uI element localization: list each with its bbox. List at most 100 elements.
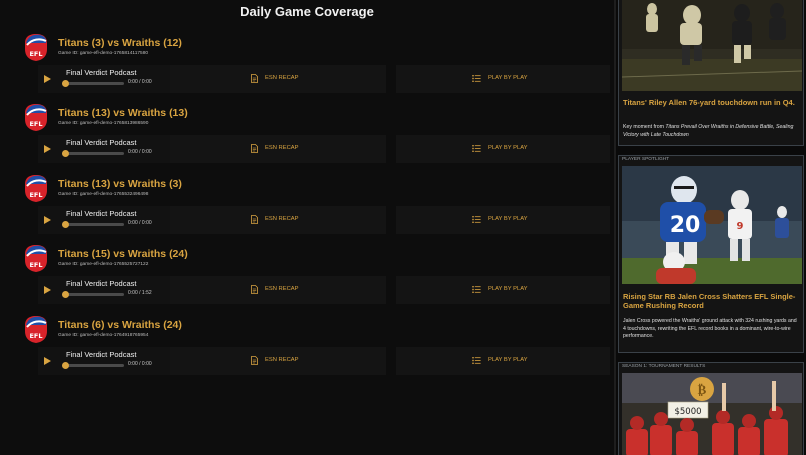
- logo-text: EFL: [29, 120, 42, 128]
- audio-time: 0:00 / 0:00: [128, 149, 152, 155]
- podcast-player: Final Verdict Podcast 0:00 / 1:52: [38, 276, 184, 304]
- audio-progress-bar[interactable]: [62, 150, 124, 157]
- esn-recap-label: ESN RECAP: [265, 286, 299, 292]
- list-icon: [472, 75, 481, 82]
- podcast-title: Final Verdict Podcast: [66, 68, 137, 77]
- audio-progress-bar[interactable]: [62, 291, 124, 298]
- game-matchup[interactable]: Titans (3) vs Wraiths (12): [58, 37, 182, 49]
- svg-text:₿: ₿: [698, 383, 707, 398]
- podcast-player: Final Verdict Podcast 0:00 / 0:00: [38, 65, 184, 93]
- audio-progress-bar[interactable]: [62, 80, 124, 87]
- game-matchup[interactable]: Titans (15) vs Wraiths (24): [58, 248, 188, 260]
- page-title: Daily Game Coverage: [240, 4, 374, 19]
- logo-text: EFL: [29, 191, 42, 199]
- document-icon: [251, 285, 258, 294]
- play-icon[interactable]: [44, 75, 51, 83]
- audio-progress-knob[interactable]: [62, 80, 69, 87]
- efl-logo-icon: EFL: [25, 104, 47, 131]
- esn-recap-button[interactable]: ESN RECAP: [170, 206, 386, 234]
- play-by-play-label: PLAY BY PLAY: [488, 145, 528, 151]
- spotlight-description: Jalen Cross powered the Wraiths' ground …: [623, 318, 797, 340]
- esn-recap-label: ESN RECAP: [265, 145, 299, 151]
- podcast-title: Final Verdict Podcast: [66, 279, 137, 288]
- front-jersey-number: 20: [670, 213, 701, 238]
- esn-recap-label: ESN RECAP: [265, 75, 299, 81]
- game-entry: EFL Titans (3) vs Wraiths (12) Game ID: …: [24, 33, 612, 103]
- esn-recap-label: ESN RECAP: [265, 357, 299, 363]
- audio-progress-knob[interactable]: [62, 221, 69, 228]
- highlight-image: [622, 0, 802, 91]
- esn-recap-label: ESN RECAP: [265, 216, 299, 222]
- audio-time: 0:00 / 0:00: [128, 220, 152, 226]
- highlight-card[interactable]: Titans' Riley Allen 76-yard touchdown ru…: [618, 0, 804, 146]
- game-id: Game ID: game-efl-demo-1765525727122: [58, 262, 149, 267]
- esn-recap-button[interactable]: ESN RECAP: [170, 347, 386, 375]
- document-icon: [251, 144, 258, 153]
- efl-logo-icon: EFL: [25, 316, 47, 343]
- game-id: Game ID: game-efl-demo-1764918765954: [58, 333, 149, 338]
- game-header: EFL Titans (15) vs Wraiths (24) Game ID:…: [24, 244, 524, 274]
- podcast-title: Final Verdict Podcast: [66, 138, 137, 147]
- game-matchup[interactable]: Titans (13) vs Wraiths (13): [58, 107, 188, 119]
- play-by-play-button[interactable]: PLAY BY PLAY: [396, 65, 610, 93]
- sidebar: Titans' Riley Allen 76-yard touchdown ru…: [616, 0, 806, 455]
- efl-logo-icon: EFL: [25, 175, 47, 202]
- logo-text: EFL: [29, 261, 42, 269]
- play-by-play-button[interactable]: PLAY BY PLAY: [396, 206, 610, 234]
- game-matchup[interactable]: Titans (13) vs Wraiths (3): [58, 178, 182, 190]
- game-id: Game ID: game-efl-demo-1765813986590: [58, 121, 149, 126]
- game-header: EFL Titans (13) vs Wraiths (13) Game ID:…: [24, 103, 524, 133]
- game-id: Game ID: game-efl-demo-1765532496498: [58, 192, 149, 197]
- esn-recap-button[interactable]: ESN RECAP: [170, 65, 386, 93]
- podcast-player: Final Verdict Podcast 0:00 / 0:00: [38, 347, 184, 375]
- list-icon: [472, 286, 481, 293]
- spotlight-image: 9 20: [622, 166, 802, 284]
- play-icon[interactable]: [44, 286, 51, 294]
- player-spotlight-card[interactable]: PLAYER SPOTLIGHT 9 20 Rising Star RB Jal…: [618, 155, 804, 353]
- game-header: EFL Titans (6) vs Wraiths (24) Game ID: …: [24, 315, 524, 345]
- play-icon[interactable]: [44, 357, 51, 365]
- game-entry: EFL Titans (13) vs Wraiths (3) Game ID: …: [24, 174, 612, 244]
- game-id: Game ID: game-efl-demo-1765814117580: [58, 51, 149, 56]
- play-by-play-label: PLAY BY PLAY: [488, 357, 528, 363]
- tournament-results-card[interactable]: SEASON 1: TOURNAMENT RESULTS ₿ $5000: [618, 362, 804, 455]
- game-header: EFL Titans (3) vs Wraiths (12) Game ID: …: [24, 33, 524, 63]
- play-by-play-button[interactable]: PLAY BY PLAY: [396, 347, 610, 375]
- audio-progress-knob[interactable]: [62, 362, 69, 369]
- audio-progress-bar[interactable]: [62, 221, 124, 228]
- efl-logo-icon: EFL: [25, 34, 47, 61]
- play-by-play-label: PLAY BY PLAY: [488, 216, 528, 222]
- main-content: Daily Game Coverage EFL Titans (3) vs Wr…: [0, 0, 614, 455]
- audio-progress-knob[interactable]: [62, 150, 69, 157]
- esn-recap-button[interactable]: ESN RECAP: [170, 276, 386, 304]
- play-by-play-button[interactable]: PLAY BY PLAY: [396, 135, 610, 163]
- document-icon: [251, 74, 258, 83]
- podcast-player: Final Verdict Podcast 0:00 / 0:00: [38, 206, 184, 234]
- spotlight-title: Rising Star RB Jalen Cross Shatters EFL …: [623, 292, 796, 311]
- play-icon[interactable]: [44, 145, 51, 153]
- play-icon[interactable]: [44, 216, 51, 224]
- game-entry: EFL Titans (6) vs Wraiths (24) Game ID: …: [24, 315, 612, 385]
- esn-recap-button[interactable]: ESN RECAP: [170, 135, 386, 163]
- game-entry: EFL Titans (15) vs Wraiths (24) Game ID:…: [24, 244, 612, 314]
- highlight-title: Titans' Riley Allen 76-yard touchdown ru…: [623, 98, 795, 107]
- logo-text: EFL: [29, 332, 42, 340]
- game-matchup[interactable]: Titans (6) vs Wraiths (24): [58, 319, 182, 331]
- podcast-title: Final Verdict Podcast: [66, 350, 137, 359]
- logo-text: EFL: [29, 50, 42, 58]
- audio-time: 0:00 / 1:52: [128, 290, 152, 296]
- audio-progress-bar[interactable]: [62, 362, 124, 369]
- game-header: EFL Titans (13) vs Wraiths (3) Game ID: …: [24, 174, 524, 204]
- card-label: SEASON 1: TOURNAMENT RESULTS: [622, 364, 706, 369]
- list-icon: [472, 216, 481, 223]
- card-label: PLAYER SPOTLIGHT: [622, 157, 670, 162]
- document-icon: [251, 215, 258, 224]
- audio-progress-knob[interactable]: [62, 291, 69, 298]
- back-jersey-number: 9: [737, 221, 744, 232]
- play-by-play-label: PLAY BY PLAY: [488, 75, 528, 81]
- document-icon: [251, 356, 258, 365]
- game-entry: EFL Titans (13) vs Wraiths (13) Game ID:…: [24, 103, 612, 173]
- list-icon: [472, 145, 481, 152]
- play-by-play-button[interactable]: PLAY BY PLAY: [396, 276, 610, 304]
- podcast-title: Final Verdict Podcast: [66, 209, 137, 218]
